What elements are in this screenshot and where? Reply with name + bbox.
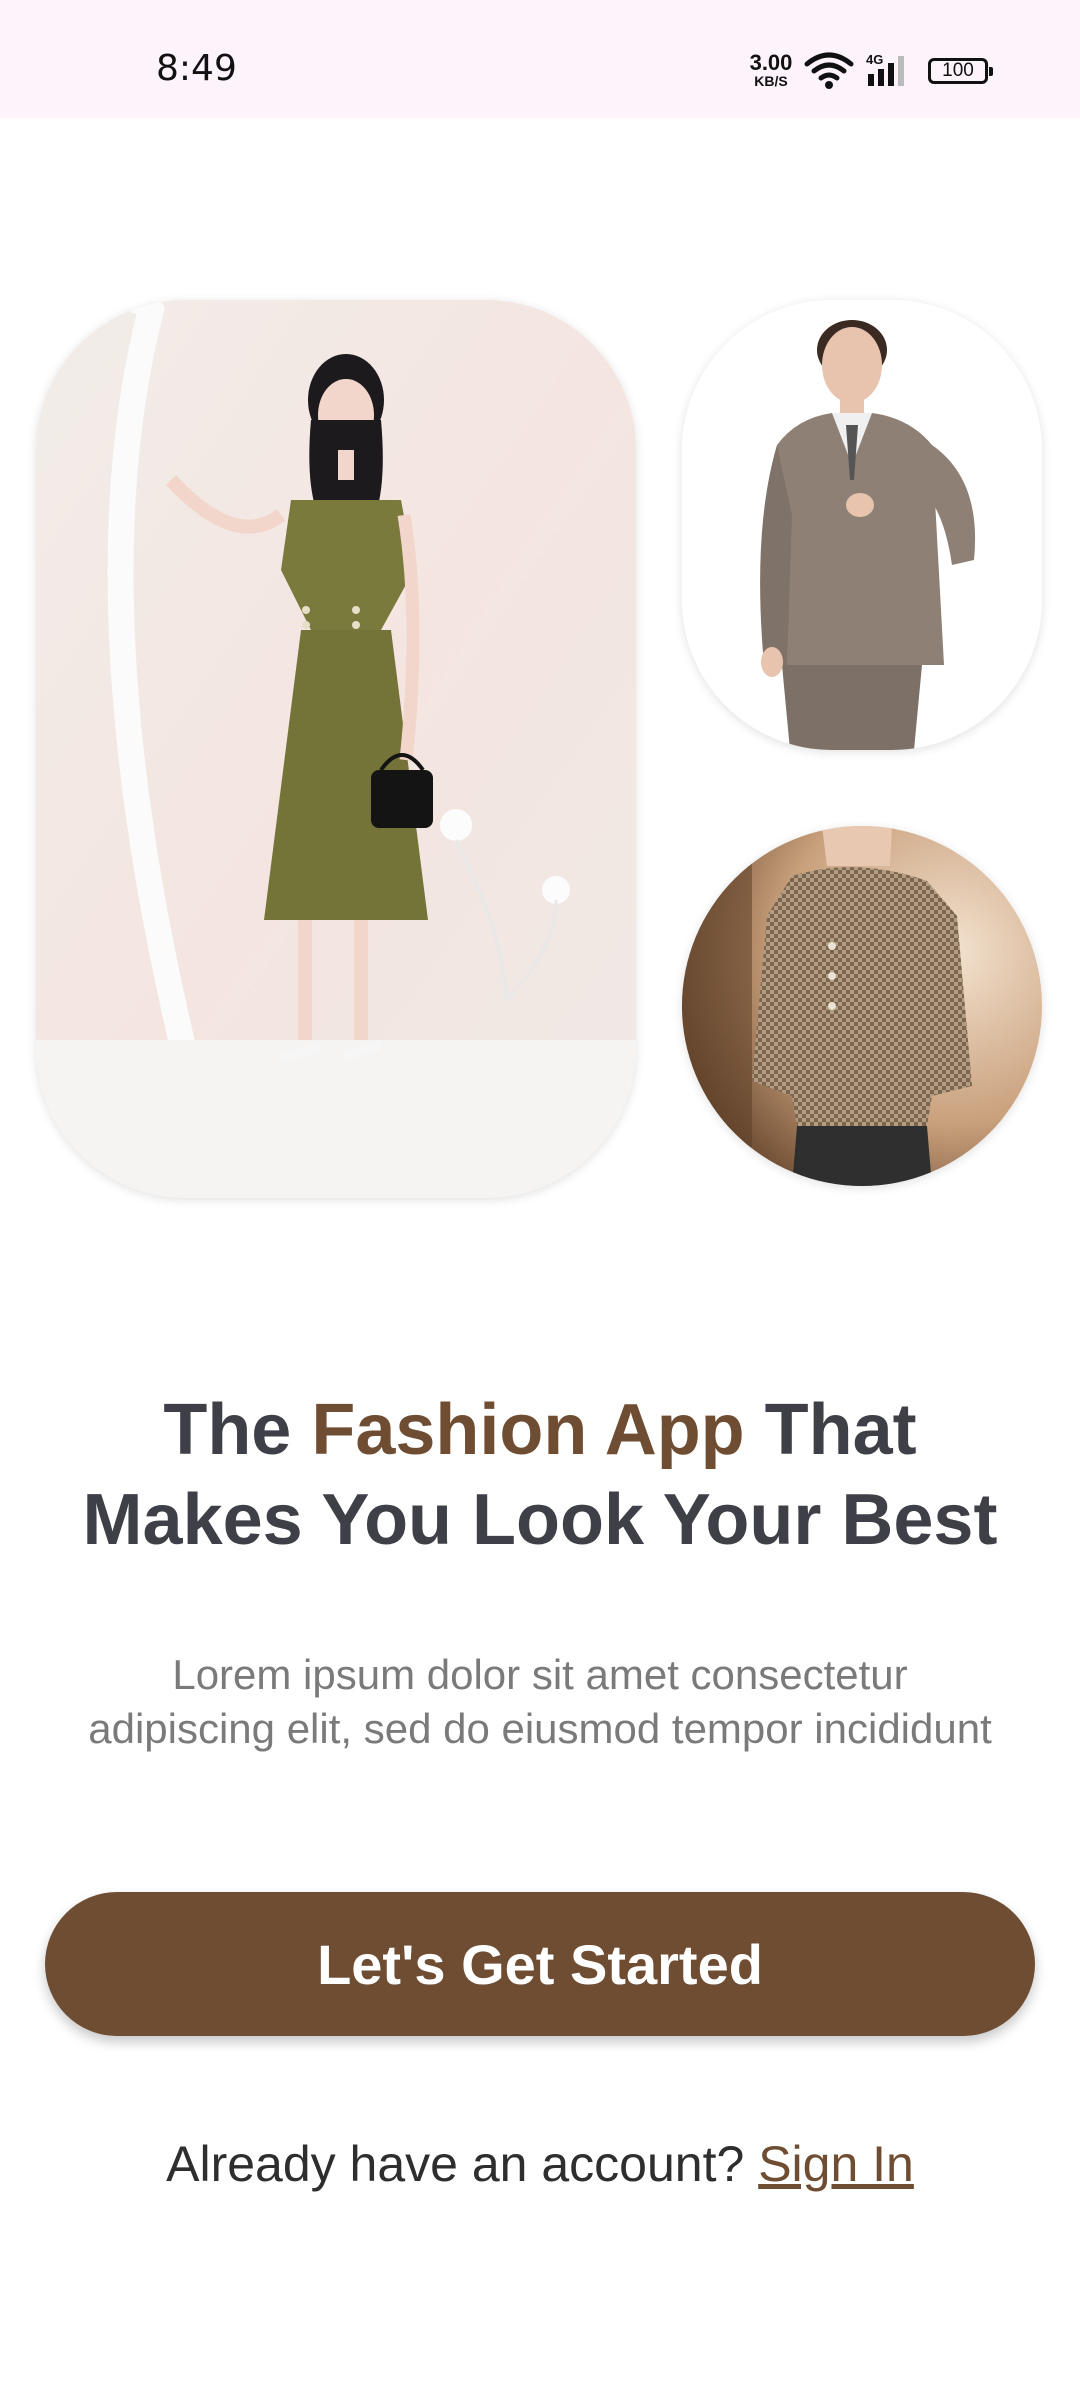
wifi-icon bbox=[804, 50, 854, 95]
headline-accent: Fashion App bbox=[311, 1390, 745, 1470]
headline-part-1: The bbox=[163, 1390, 312, 1470]
network-speed-value: 3.00 bbox=[749, 50, 793, 75]
signin-row: Already have an account? Sign In bbox=[40, 2135, 1040, 2193]
battery-icon: 100 bbox=[928, 58, 993, 84]
woman-in-houndstooth-blouse-image bbox=[682, 826, 1042, 1186]
man-in-brown-suit-image bbox=[682, 300, 1042, 750]
headline: The Fashion App That Makes You Look Your… bbox=[40, 1385, 1040, 1565]
network-type-label: 4G bbox=[866, 52, 883, 67]
network-speed-unit: KB/S bbox=[754, 73, 788, 89]
woman-in-olive-dress-image bbox=[36, 300, 636, 1198]
signal-icon: 4G bbox=[864, 52, 914, 93]
subtitle-line-1: Lorem ipsum dolor sit amet consectetur bbox=[172, 1651, 908, 1698]
get-started-button[interactable]: Let's Get Started bbox=[45, 1892, 1035, 2036]
headline-line-2: Makes You Look Your Best bbox=[82, 1480, 998, 1560]
subtitle-line-2: adipiscing elit, sed do eiusmod tempor i… bbox=[88, 1705, 992, 1752]
headline-part-2: That bbox=[744, 1390, 917, 1470]
headline-line-1: The Fashion App That bbox=[40, 1385, 1040, 1475]
status-bar: 8:49 3.00 KB/S 4G 100 bbox=[0, 0, 1080, 118]
network-speed: 3.00 KB/S bbox=[744, 50, 798, 89]
subtitle: Lorem ipsum dolor sit amet consectetur a… bbox=[40, 1648, 1040, 1756]
status-time: 8:49 bbox=[156, 48, 237, 89]
sign-in-link[interactable]: Sign In bbox=[758, 2136, 914, 2192]
signin-prompt: Already have an account? bbox=[166, 2136, 759, 2192]
